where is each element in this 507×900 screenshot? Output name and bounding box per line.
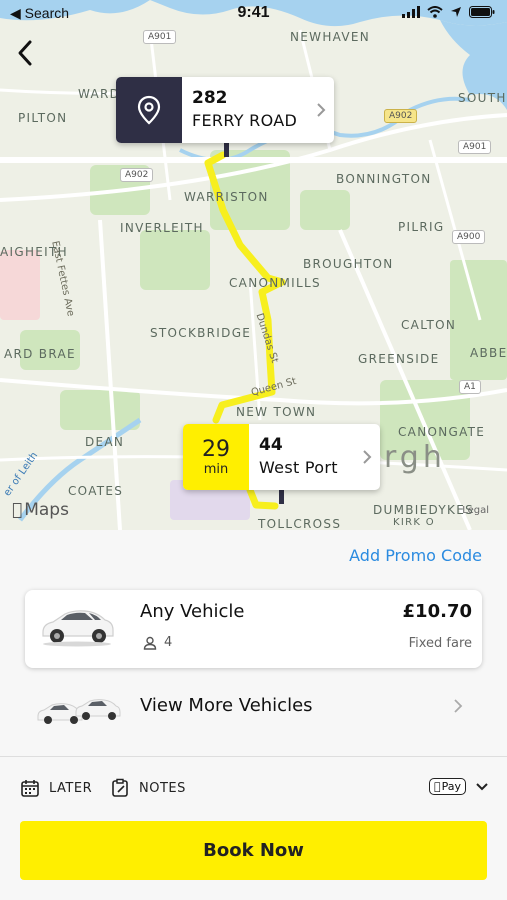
chevron-right-icon [454, 699, 463, 713]
vehicle-price: £10.70 [402, 601, 472, 622]
map-area-label: GREENSIDE [358, 352, 440, 366]
map-area-label: WARRISTON [184, 190, 269, 204]
map-area-label: ARD BRAE [4, 347, 76, 361]
map-area-label: CANONGATE [398, 425, 486, 439]
add-promo-code-link[interactable]: Add Promo Code [349, 546, 482, 565]
booking-sheet: Add Promo Code Any Vehicle 4 £10.70 Fixe… [0, 530, 507, 900]
eta-badge: 29 min [183, 424, 249, 490]
pickup-street: FERRY ROAD [192, 111, 298, 130]
map-area-label: PILTON [18, 111, 68, 125]
pickup-location-card[interactable]: 282 FERRY ROAD [116, 77, 334, 143]
map-area-label: NEW TOWN [236, 405, 317, 419]
payment-method-selector[interactable]:  Pay [429, 778, 489, 795]
battery-icon [469, 6, 495, 18]
map-area-label: STOCKBRIDGE [150, 326, 252, 340]
city-label: rgh [384, 440, 446, 475]
map-area-label: PILRIG [398, 220, 445, 234]
back-button[interactable] [12, 38, 40, 68]
later-label: LATER [49, 780, 93, 796]
pickup-pin-stem [224, 141, 229, 157]
map-area-label: ABBE [470, 346, 507, 360]
vehicle-seats: 4 [143, 635, 172, 650]
later-button[interactable]: LATER [20, 778, 92, 798]
road-shield: A901 [458, 140, 492, 154]
dropoff-pin-stem [279, 488, 284, 504]
map-area-label: COATES [68, 484, 124, 498]
chevron-left-icon [18, 40, 32, 66]
book-now-button[interactable]: Book Now [20, 821, 487, 880]
multiple-cars-icon [37, 699, 121, 724]
location-arrow-icon [451, 7, 461, 17]
map-area-label: BONNINGTON [336, 172, 432, 186]
fare-type: Fixed fare [408, 636, 472, 651]
road-shield: A902 [120, 168, 154, 182]
dropoff-street: West Port [259, 458, 338, 477]
seat-count: 4 [164, 635, 173, 650]
map-area-label: BROUGHTON [303, 257, 394, 271]
map-view[interactable]: NEWHAVEN WARD SOUTH PILTON BONNINGTON WA… [0, 0, 507, 530]
map-area-label: CALTON [401, 318, 457, 332]
apple-pay-badge:  Pay [429, 778, 466, 795]
vehicle-name: Any Vehicle [140, 601, 245, 622]
person-icon [143, 636, 157, 650]
notes-label: NOTES [139, 780, 186, 796]
chevron-right-icon [354, 424, 380, 490]
map-area-label: TOLLCROSS [258, 517, 342, 530]
apple-logo-icon:  [434, 780, 441, 793]
road-shield: A902 [384, 109, 418, 123]
map-area-label: DUMBIEDYKES [373, 503, 475, 517]
apple-maps-logo:  Maps [12, 500, 69, 520]
notes-button[interactable]: NOTES [110, 778, 186, 798]
map-area-label: KIRK O [393, 517, 435, 528]
notes-icon [112, 778, 128, 797]
pickup-number: 282 [192, 88, 228, 108]
dropoff-location-card[interactable]: 29 min 44 West Port [183, 424, 380, 490]
eta-value: 29 [202, 436, 230, 462]
eta-unit: min [203, 461, 229, 477]
legal-link[interactable]: Legal [462, 505, 489, 516]
map-area-label: NEWHAVEN [290, 30, 371, 44]
selected-vehicle-card[interactable]: Any Vehicle 4 £10.70 Fixed fare [25, 590, 482, 668]
road-shield: A901 [143, 30, 177, 44]
cellular-signal-icon [402, 6, 420, 18]
dropoff-number: 44 [259, 435, 283, 455]
car-icon [42, 610, 114, 647]
chevron-down-icon [476, 782, 488, 790]
view-more-vehicles-label: View More Vehicles [140, 695, 313, 716]
apple-logo-icon:  [12, 500, 22, 520]
status-bar: ◀ Search 9:41 [0, 0, 507, 28]
divider [0, 756, 507, 757]
road-shield: A1 [459, 380, 481, 394]
chevron-right-icon [308, 77, 334, 143]
booking-options-row: LATER NOTES  Pay [0, 770, 507, 806]
road-shield: A900 [452, 230, 486, 244]
map-area-label: CANONMILLS [229, 276, 321, 290]
map-area-label: SOUTH [458, 91, 507, 105]
location-pin-icon [116, 77, 182, 143]
wifi-icon [427, 6, 443, 18]
map-area-label: DEAN [85, 435, 125, 449]
map-area-label: WARD [78, 87, 121, 101]
calendar-icon [21, 780, 39, 797]
map-area-label: INVERLEITH [120, 221, 204, 235]
view-more-vehicles-row[interactable]: View More Vehicles [0, 680, 507, 736]
